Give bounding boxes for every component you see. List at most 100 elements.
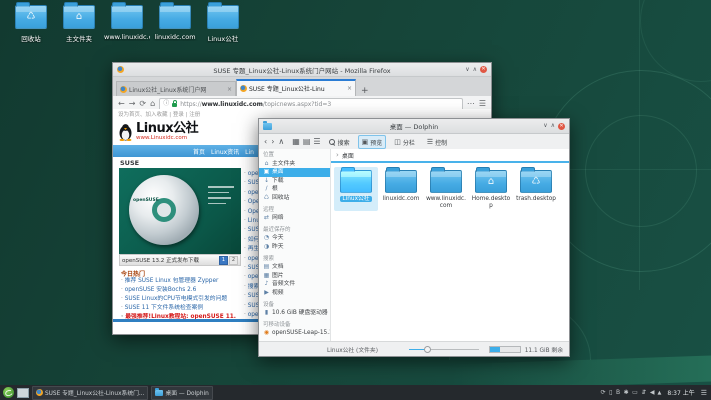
wallpaper-line bbox=[639, 0, 640, 290]
preview-toggle-button[interactable]: ▣ 预览 bbox=[358, 135, 387, 149]
desktop-icon-label: 回收站 bbox=[8, 33, 54, 43]
places-item[interactable]: ♺回收站 bbox=[259, 194, 330, 203]
task-button[interactable]: SUSE 专题_Linux公社-Linux系统门... bbox=[32, 386, 148, 400]
places-item[interactable]: ▮10.6 GiB 硬盘驱动器 bbox=[259, 309, 330, 318]
places-item[interactable]: ▶视频 bbox=[259, 289, 330, 298]
menu-button[interactable]: ☰ bbox=[479, 100, 486, 108]
folder-icon: ⌂ bbox=[475, 170, 507, 193]
https-lock-icon[interactable] bbox=[172, 103, 177, 107]
reload-button[interactable]: ⟳ bbox=[139, 100, 146, 108]
file-item[interactable]: Linux公社 bbox=[334, 167, 378, 211]
maximize-button[interactable]: ∧ bbox=[473, 67, 477, 73]
forward-button[interactable]: → bbox=[129, 100, 136, 108]
trash-icon: ♺ bbox=[263, 194, 270, 203]
today-icon: ◔ bbox=[263, 234, 270, 243]
clock[interactable]: 8:37 上午 bbox=[667, 388, 694, 397]
hot-article-link[interactable]: SUSE 11 下文件系统检查案例 bbox=[121, 304, 243, 313]
tracking-shield-icon[interactable]: ⓘ bbox=[163, 101, 169, 107]
desktop-icon-5[interactable]: Linux公社 bbox=[200, 5, 246, 43]
firefox-titlebar[interactable]: SUSE 专题_Linux公社-Linux系统门户网站 - Mozilla Fi… bbox=[113, 63, 491, 77]
desktop-icon-1[interactable]: ♺回收站 bbox=[8, 5, 54, 43]
firefox-icon bbox=[36, 389, 43, 396]
file-item-label: Home.desktop bbox=[469, 196, 513, 209]
tray-expand-icon[interactable]: ▲ bbox=[657, 390, 661, 396]
back-button[interactable]: ← bbox=[118, 100, 125, 108]
input-icon[interactable]: ✱ bbox=[624, 390, 629, 396]
display-icon[interactable]: ⇵ bbox=[641, 390, 646, 396]
maximize-button[interactable]: ∧ bbox=[551, 123, 555, 129]
updates-icon[interactable]: ⟳ bbox=[601, 390, 606, 396]
volume-icon[interactable]: ◀ bbox=[650, 390, 655, 396]
tab-linux-gongshe[interactable]: Linux公社_Linux系统门户网 × bbox=[116, 81, 236, 96]
download-icon: ↓ bbox=[263, 177, 270, 186]
new-tab-button[interactable]: + bbox=[361, 87, 369, 96]
clipboard-icon[interactable]: ▯ bbox=[609, 390, 612, 396]
icons-view-button[interactable]: ▦ bbox=[292, 138, 300, 146]
banner-caption-text[interactable]: openSUSE 13.2 正式发布下载 bbox=[122, 256, 219, 264]
site-logo-text[interactable]: Linux公社 bbox=[136, 122, 198, 135]
zoom-slider[interactable] bbox=[409, 346, 479, 353]
minimize-button[interactable]: ∨ bbox=[465, 67, 469, 73]
zoom-slider-handle[interactable] bbox=[424, 346, 431, 353]
dolphin-titlebar[interactable]: 桌面 — Dolphin ∨ ∧ ✕ bbox=[259, 119, 569, 134]
tab-close-icon[interactable]: × bbox=[347, 85, 352, 92]
device-icon[interactable]: ▭ bbox=[632, 390, 638, 396]
hot-article-link[interactable]: openSUSE 安装Bochs 2.6 bbox=[121, 286, 243, 295]
places-item[interactable]: ↓下载 bbox=[259, 177, 330, 186]
pagination-1[interactable]: 1 bbox=[219, 256, 228, 265]
breadcrumb-location[interactable]: 桌面 bbox=[342, 151, 354, 160]
places-item[interactable]: ▤文档 bbox=[259, 263, 330, 272]
application-launcher-icon[interactable] bbox=[3, 387, 14, 398]
panel-toggle-icon[interactable]: ☰ bbox=[701, 389, 707, 397]
hot-article-link[interactable]: SUSE Linux的CPU节电模式引发的问题 bbox=[121, 295, 243, 304]
desktop-icon-3[interactable]: www.linuxidc.com bbox=[104, 5, 150, 41]
forward-button[interactable]: › bbox=[271, 138, 274, 146]
site-nav-links[interactable]: 首页 Linux资讯 Lin bbox=[193, 147, 254, 156]
desktop-icon-4[interactable]: linuxidc.com bbox=[152, 5, 198, 41]
places-item[interactable]: ∕根 bbox=[259, 185, 330, 194]
tab-close-icon[interactable]: × bbox=[227, 86, 232, 93]
places-group-header: 搜索 bbox=[259, 255, 330, 264]
close-button[interactable]: ✕ bbox=[480, 66, 487, 73]
breadcrumb[interactable]: 桌面 bbox=[331, 149, 569, 161]
disc-label: openSUSE bbox=[133, 198, 159, 203]
task-button[interactable]: 桌面 — Dolphin bbox=[151, 386, 212, 400]
bluetooth-icon[interactable]: B bbox=[616, 390, 620, 396]
places-item[interactable]: ♪音频文件 bbox=[259, 280, 330, 289]
details-view-button[interactable]: ☰ bbox=[313, 138, 320, 146]
control-menu-button[interactable]: ☰ 控制 bbox=[423, 135, 451, 149]
home-button[interactable]: ⌂ bbox=[150, 100, 155, 108]
up-button[interactable]: ∧ bbox=[278, 138, 284, 146]
suse-banner[interactable]: openSUSE bbox=[119, 168, 241, 254]
places-item[interactable]: ⌂主文件夹 bbox=[259, 160, 330, 169]
library-button[interactable]: ⋯ bbox=[467, 100, 475, 108]
pagination-2[interactable]: 2 bbox=[229, 256, 238, 265]
split-view-button[interactable]: ◫ 分栏 bbox=[390, 135, 419, 149]
desktop-icon-2[interactable]: ⌂主文件夹 bbox=[56, 5, 102, 43]
places-item[interactable]: ⇄网络 bbox=[259, 214, 330, 223]
file-item[interactable]: linuxidc.com bbox=[379, 167, 423, 211]
places-item[interactable]: ◉openSUSE-Leap-15.1-DVD bbox=[259, 329, 330, 338]
file-item[interactable]: ♺trash.desktop bbox=[514, 167, 558, 211]
search-button[interactable]: 搜索 bbox=[325, 135, 354, 149]
back-button[interactable]: ‹ bbox=[264, 138, 267, 146]
places-item[interactable]: ▣桌面 bbox=[259, 168, 330, 177]
hot-article-link[interactable]: 推荐 SUSE Linux 包管理器 Zypper bbox=[121, 277, 243, 286]
compact-view-button[interactable]: ▤ bbox=[303, 138, 311, 146]
tab-suse-topic[interactable]: SUSE 专题_Linux公社-Linu × bbox=[236, 79, 356, 96]
pager-icon[interactable] bbox=[17, 388, 29, 398]
free-space-label: 11.1 GiB 剩余 bbox=[525, 345, 563, 354]
folder-view[interactable]: 桌面 Linux公社linuxidc.comwww.linuxidc.com ⌂ H… bbox=[331, 149, 569, 341]
folder-icon bbox=[430, 170, 462, 193]
places-item[interactable]: ◔今天 bbox=[259, 234, 330, 243]
places-item[interactable]: ◑昨天 bbox=[259, 243, 330, 252]
desktop-icon-label: www.linuxidc.com bbox=[104, 33, 150, 41]
file-item[interactable]: ⌂ Home.desktop bbox=[469, 167, 513, 211]
places-item[interactable]: ▦图片 bbox=[259, 272, 330, 281]
home-emblem-icon: ⌂ bbox=[76, 12, 82, 22]
file-item[interactable]: www.linuxidc.com bbox=[424, 167, 468, 211]
minimize-button[interactable]: ∨ bbox=[543, 123, 547, 129]
close-button[interactable]: ✕ bbox=[558, 123, 565, 130]
task-button-label: 桌面 — Dolphin bbox=[165, 388, 208, 397]
desktop: ♺回收站⌂主文件夹www.linuxidc.comlinuxidc.comLin… bbox=[0, 0, 711, 400]
